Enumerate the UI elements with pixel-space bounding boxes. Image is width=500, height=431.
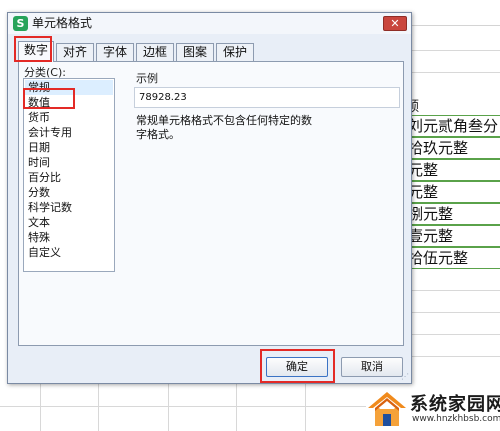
- house-logo-icon: [368, 392, 406, 426]
- category-item-date[interactable]: 日期: [25, 140, 113, 155]
- sheet-cell[interactable]: 元整: [405, 159, 500, 181]
- grid-line: [405, 334, 500, 335]
- category-item-text[interactable]: 文本: [25, 215, 113, 230]
- ok-button[interactable]: 确定: [266, 357, 328, 377]
- category-item-general[interactable]: 常规: [25, 80, 113, 95]
- resize-grip-icon[interactable]: ⋰: [401, 373, 409, 381]
- category-item-time[interactable]: 时间: [25, 155, 113, 170]
- category-item-currency[interactable]: 货币: [25, 110, 113, 125]
- grid-line: [98, 384, 99, 431]
- number-format-panel: 分类(C): 常规 数值 货币 会计专用 日期 时间 百分比 分数 科学记数 文…: [18, 61, 404, 346]
- category-item-accounting[interactable]: 会计专用: [25, 125, 113, 140]
- category-list[interactable]: 常规 数值 货币 会计专用 日期 时间 百分比 分数 科学记数 文本 特殊 自定…: [23, 78, 115, 272]
- category-item-percentage[interactable]: 百分比: [25, 170, 113, 185]
- grid-line: [305, 384, 306, 431]
- close-button[interactable]: ✕: [383, 16, 407, 31]
- sheet-column-header-strip: [405, 0, 500, 26]
- tab-alignment[interactable]: 对齐: [56, 43, 94, 61]
- category-item-scientific[interactable]: 科学记数: [25, 200, 113, 215]
- category-item-fraction[interactable]: 分数: [25, 185, 113, 200]
- close-icon: ✕: [390, 17, 400, 30]
- sheet-cell[interactable]: 壹元整: [405, 225, 500, 247]
- format-cells-dialog: S 单元格格式 ✕ 数字 对齐 字体 边框 图案 保护 分类(C): 常规 数值…: [7, 12, 412, 384]
- sheet-cell[interactable]: 捌元整: [405, 203, 500, 225]
- sheet-cell[interactable]: 元整: [405, 181, 500, 203]
- grid-line: [405, 356, 500, 357]
- category-item-custom[interactable]: 自定义: [25, 245, 113, 260]
- grid-line: [40, 384, 41, 431]
- sample-label: 示例: [136, 72, 158, 85]
- grid-line: [405, 312, 500, 313]
- grid-line: [405, 50, 500, 51]
- format-description: 常规单元格格式不包含任何特定的数字格式。: [136, 114, 312, 141]
- sheet-cell[interactable]: 刘元贰角叁分: [405, 115, 500, 137]
- tab-border[interactable]: 边框: [136, 43, 174, 61]
- grid-line: [405, 72, 500, 73]
- sheet-cell[interactable]: 拾玖元整: [405, 137, 500, 159]
- category-item-number[interactable]: 数值: [25, 95, 113, 110]
- grid-line: [236, 384, 237, 431]
- tab-number[interactable]: 数字: [18, 41, 54, 62]
- dialog-title-bar[interactable]: S 单元格格式 ✕: [8, 13, 411, 34]
- grid-line: [168, 384, 169, 431]
- tab-font[interactable]: 字体: [96, 43, 134, 61]
- watermark: 系统家园网 www.hnzkhbsb.com: [366, 388, 500, 431]
- cancel-button[interactable]: 取消: [341, 357, 403, 377]
- sheet-cell[interactable]: 拾伍元整: [405, 247, 500, 269]
- grid-line: [405, 290, 500, 291]
- watermark-url: www.hnzkhbsb.com: [412, 414, 500, 424]
- category-item-special[interactable]: 特殊: [25, 230, 113, 245]
- tab-protection[interactable]: 保护: [216, 43, 254, 61]
- tab-pattern[interactable]: 图案: [176, 43, 214, 61]
- watermark-name: 系统家园网: [410, 394, 500, 415]
- grid-line: [0, 406, 366, 407]
- sample-value: 78928.23: [134, 87, 400, 108]
- app-icon: S: [13, 16, 28, 31]
- dialog-title: 单元格格式: [32, 16, 93, 30]
